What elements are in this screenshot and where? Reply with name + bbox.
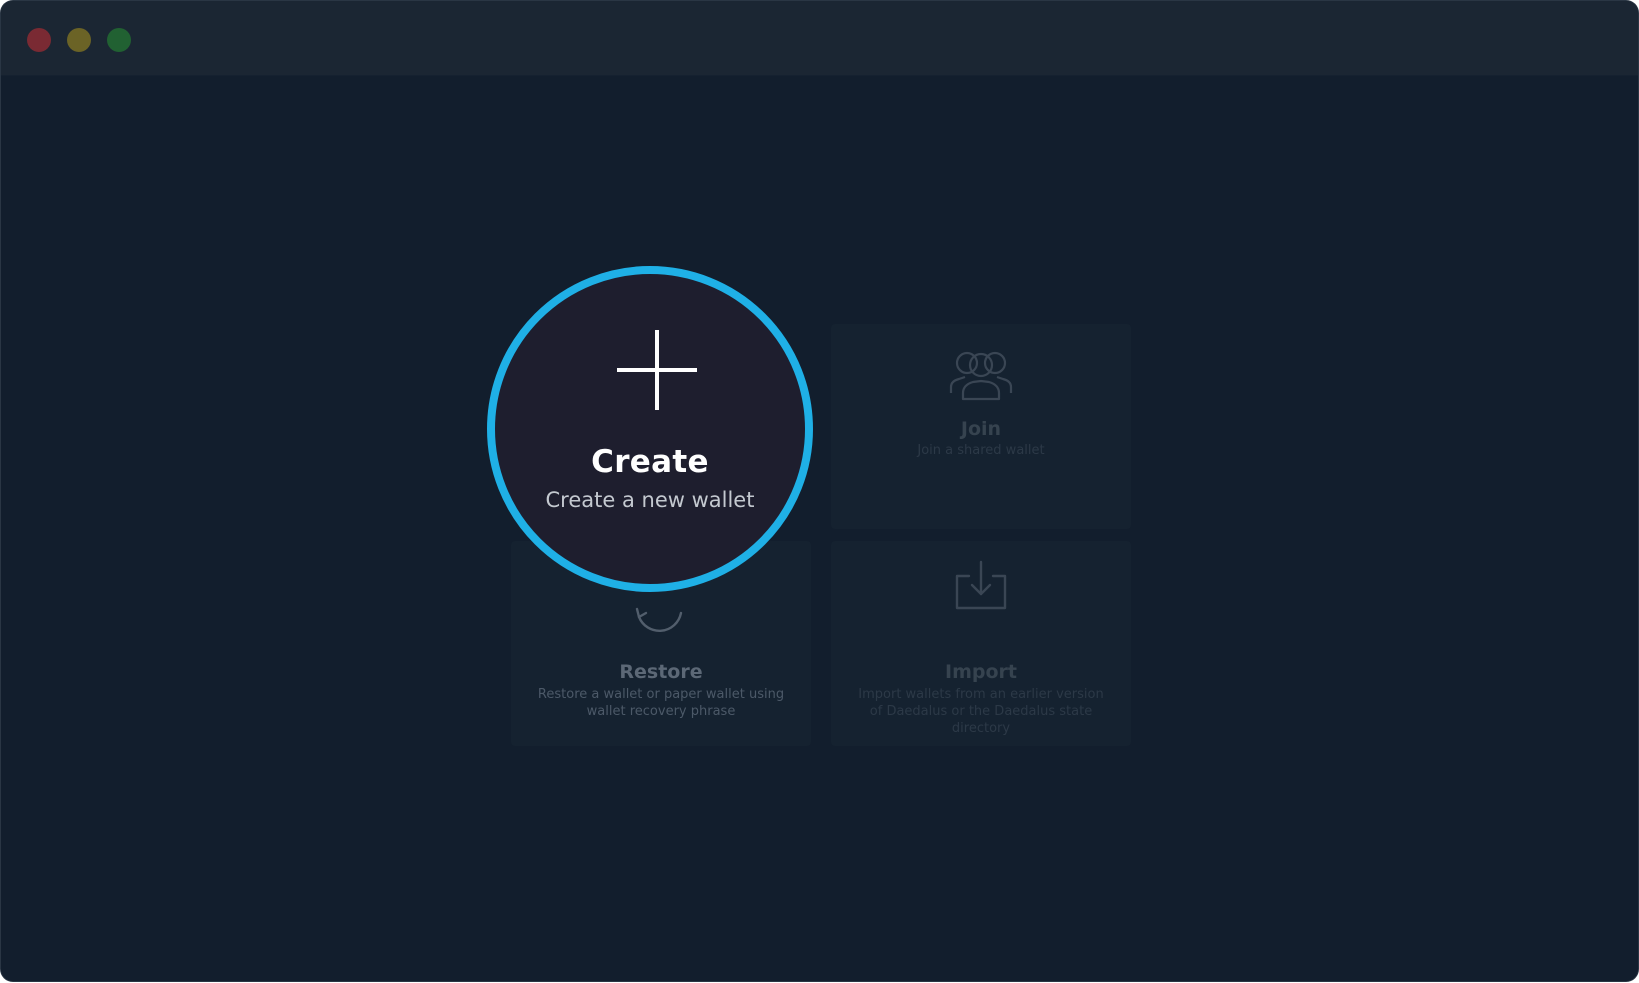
close-window-button[interactable] <box>27 28 51 52</box>
plus-icon <box>617 330 697 410</box>
create-wallet-option[interactable]: Create Create a new wallet <box>487 266 813 592</box>
import-wallet-option[interactable]: Import Import wallets from an earlier ve… <box>831 541 1131 746</box>
title-bar <box>1 1 1638 76</box>
join-wallet-option[interactable]: Join Join a shared wallet <box>831 324 1131 529</box>
create-option-title: Create <box>591 444 709 480</box>
add-wallet-options: Join Join a shared wallet Restore Restor… <box>1 76 1638 981</box>
import-option-title: Import <box>945 661 1017 683</box>
zoom-window-button[interactable] <box>107 28 131 52</box>
minimize-window-button[interactable] <box>67 28 91 52</box>
restore-option-description: Restore a wallet or paper wallet using w… <box>537 687 785 719</box>
join-option-description: Join a shared wallet <box>917 443 1045 458</box>
create-option-description: Create a new wallet <box>545 488 755 512</box>
users-icon <box>949 351 1013 401</box>
import-option-description: Import wallets from an earlier version o… <box>858 687 1104 736</box>
app-window: Join Join a shared wallet Restore Restor… <box>1 1 1638 981</box>
restore-option-title: Restore <box>619 661 703 683</box>
join-option-title: Join <box>960 418 1002 440</box>
download-icon <box>955 560 1007 610</box>
